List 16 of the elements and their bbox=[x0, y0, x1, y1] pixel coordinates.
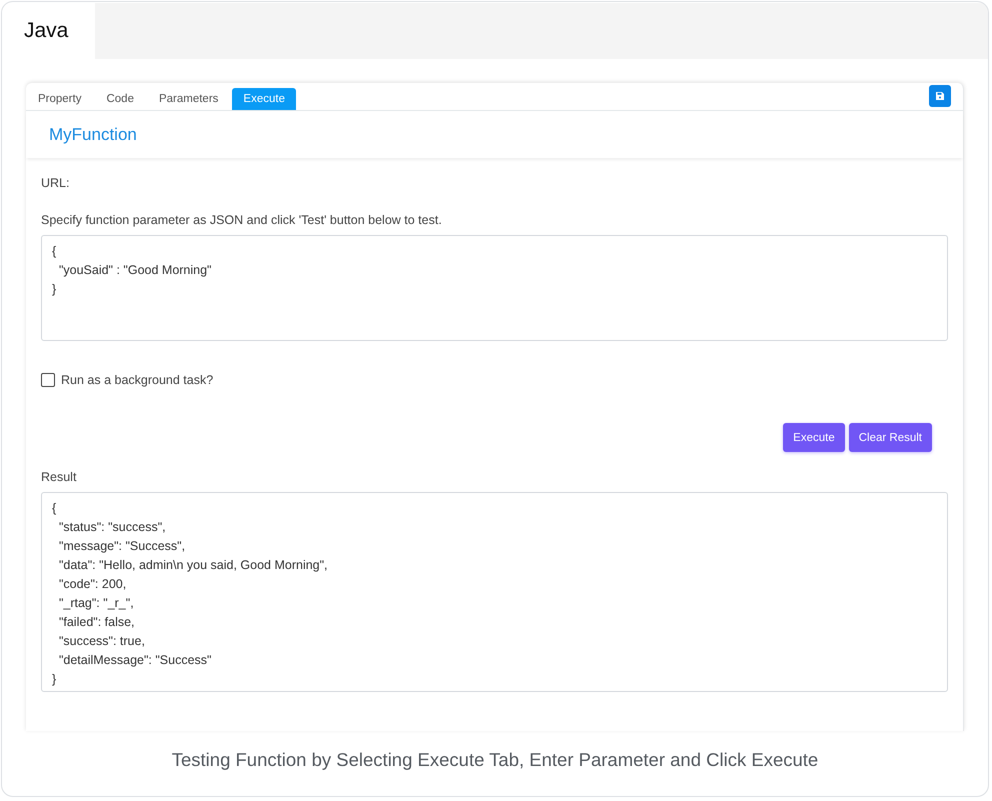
action-button[interactable]: Clear Result bbox=[848, 423, 932, 452]
result-label: Result bbox=[41, 470, 78, 484]
instructions-text: Specify function parameter as JSON and click 'Test' button below to test. bbox=[41, 213, 443, 227]
tab[interactable]: Parameters bbox=[148, 88, 230, 110]
checkbox[interactable] bbox=[41, 373, 55, 387]
json-input-field[interactable]: { "youSaid" : "Good Morning" } bbox=[41, 235, 948, 341]
tab[interactable]: Property bbox=[27, 88, 92, 110]
result-field: { "status": "success", "message": "Success", "data": "Hello, admin\n you said, Good Morning", "code": 200, "_rtag": "_r_", "failed": false, "success": true, "detailMessage": "Success" } bbox=[41, 492, 948, 692]
action-button[interactable]: Execute bbox=[783, 423, 845, 452]
function-title: MyFunction bbox=[49, 124, 137, 144]
url-label: URL: bbox=[41, 176, 70, 190]
caption: Testing Function by Selecting Execute Tab, Enter Parameter and Click Execute bbox=[170, 748, 820, 771]
save-button[interactable] bbox=[929, 85, 951, 107]
checkbox-label: Run as a background task? bbox=[61, 373, 214, 387]
java-tab[interactable]: Java bbox=[2, 3, 95, 59]
tab[interactable]: Code bbox=[95, 88, 145, 110]
